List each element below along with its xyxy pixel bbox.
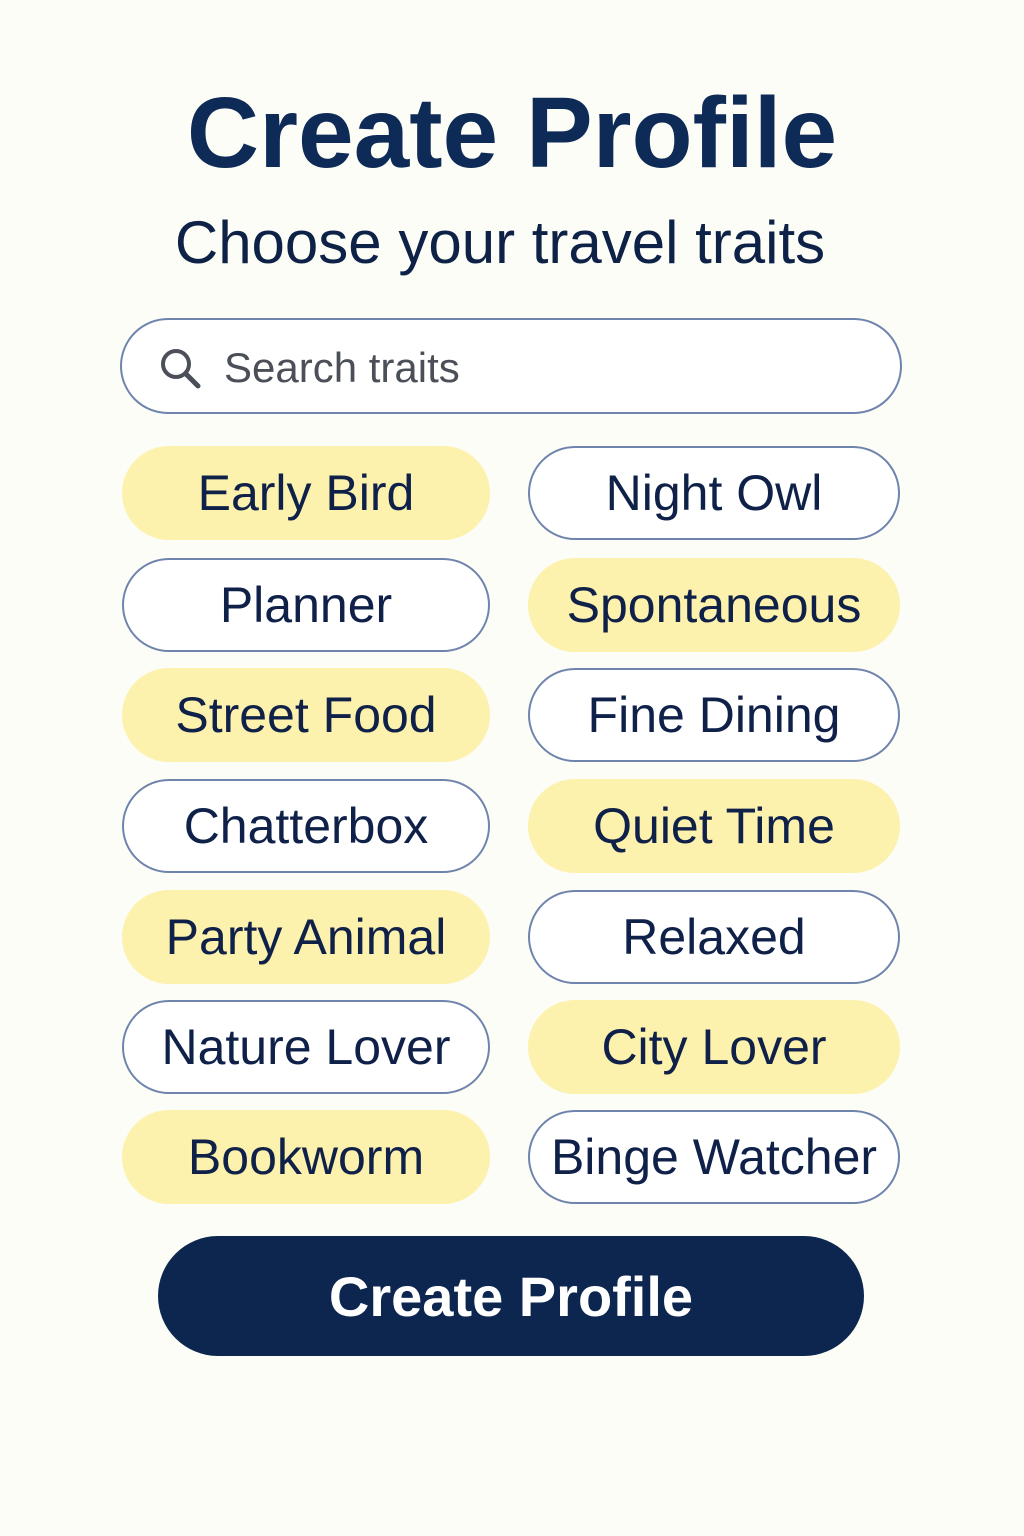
trait-chip-relaxed[interactable]: Relaxed bbox=[528, 890, 900, 984]
trait-chip-fine-dining[interactable]: Fine Dining bbox=[528, 668, 900, 762]
trait-chip-night-owl[interactable]: Night Owl bbox=[528, 446, 900, 540]
trait-chip-label: Chatterbox bbox=[183, 798, 429, 854]
trait-chip-label: Night Owl bbox=[605, 465, 823, 521]
trait-chip-binge-watcher[interactable]: Binge Watcher bbox=[528, 1110, 900, 1204]
trait-chip-spontaneous[interactable]: Spontaneous bbox=[528, 558, 900, 652]
trait-chip-label: Party Animal bbox=[165, 909, 447, 965]
trait-chip-street-food[interactable]: Street Food bbox=[122, 668, 490, 762]
trait-chip-quiet-time[interactable]: Quiet Time bbox=[528, 779, 900, 873]
trait-chip-label: Binge Watcher bbox=[550, 1129, 878, 1185]
create-profile-button-label: Create Profile bbox=[328, 1264, 694, 1328]
trait-chip-label: Early Bird bbox=[197, 465, 415, 521]
search-icon bbox=[161, 349, 201, 389]
trait-chip-city-lover[interactable]: City Lover bbox=[528, 1000, 900, 1094]
trait-chip-chatterbox[interactable]: Chatterbox bbox=[122, 779, 490, 873]
trait-chip-early-bird[interactable]: Early Bird bbox=[122, 446, 490, 540]
trait-chip-label: Relaxed bbox=[622, 909, 806, 965]
search-input[interactable] bbox=[224, 342, 864, 394]
trait-chip-label: Nature Lover bbox=[161, 1019, 451, 1075]
trait-chip-bookworm[interactable]: Bookworm bbox=[122, 1110, 490, 1204]
page-subtitle: Choose your travel traits bbox=[174, 209, 826, 276]
create-profile-button[interactable]: Create Profile bbox=[158, 1236, 864, 1356]
trait-chip-label: Bookworm bbox=[187, 1129, 425, 1185]
trait-chip-label: Fine Dining bbox=[587, 687, 841, 743]
trait-chip-planner[interactable]: Planner bbox=[122, 558, 490, 652]
trait-chip-label: Quiet Time bbox=[593, 798, 835, 854]
trait-chip-label: City Lover bbox=[601, 1019, 827, 1075]
trait-chip-label: Spontaneous bbox=[566, 577, 862, 633]
trait-chip-label: Planner bbox=[219, 577, 393, 633]
trait-chip-label: Street Food bbox=[175, 687, 437, 743]
page-title: Create Profile bbox=[186, 77, 838, 189]
trait-chip-nature-lover[interactable]: Nature Lover bbox=[122, 1000, 490, 1094]
trait-chip-party-animal[interactable]: Party Animal bbox=[122, 890, 490, 984]
search-bar[interactable] bbox=[120, 318, 902, 414]
